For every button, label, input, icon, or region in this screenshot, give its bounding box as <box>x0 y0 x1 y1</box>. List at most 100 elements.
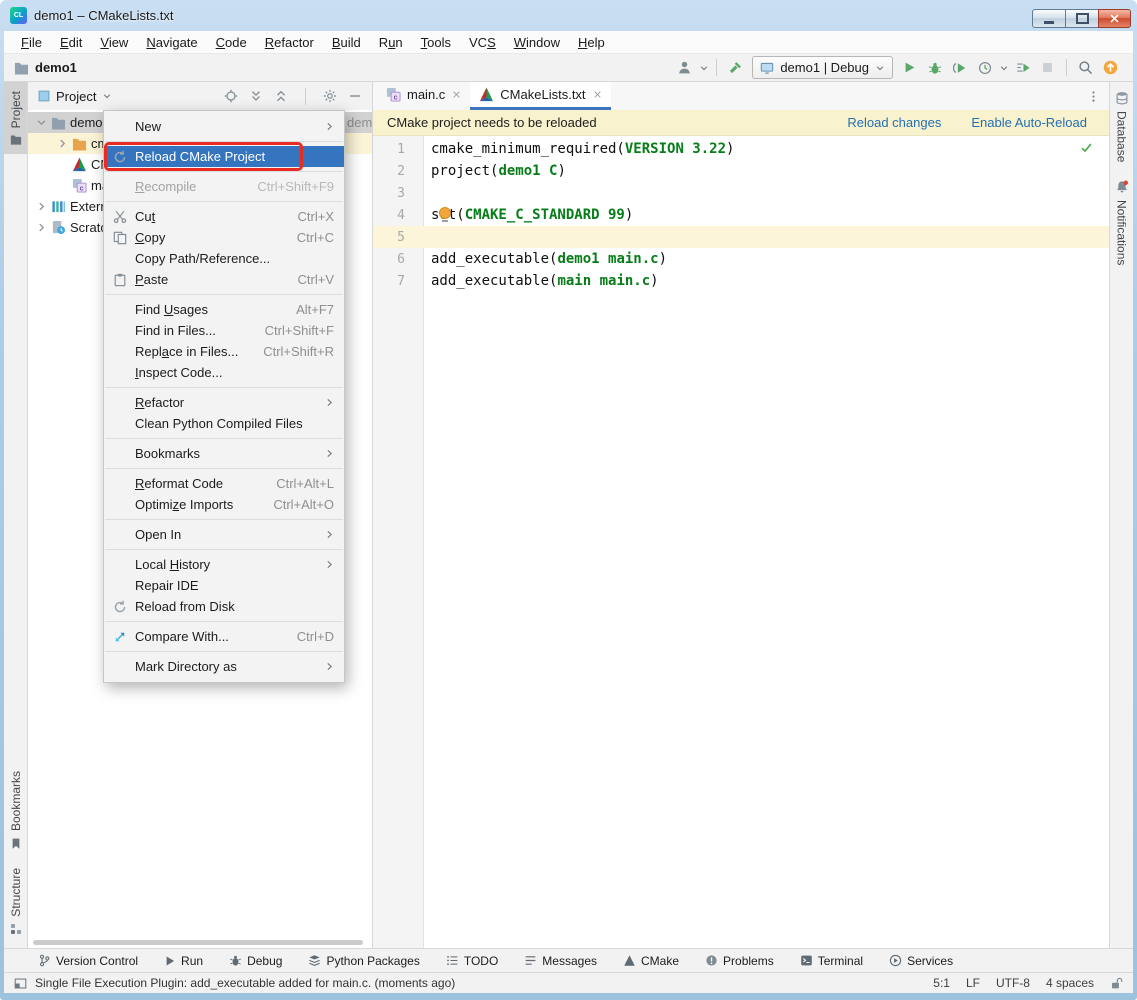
menu-item-clean-python-compiled-files[interactable]: Clean Python Compiled Files <box>104 413 344 434</box>
expand-all-button[interactable] <box>249 89 263 103</box>
close-button[interactable] <box>1098 9 1131 28</box>
toolwindow-services[interactable]: Services <box>889 954 953 968</box>
menu-item-recompile[interactable]: Recompile Ctrl+Shift+F9 <box>104 176 344 197</box>
readonly-lock-icon[interactable] <box>1110 977 1123 990</box>
chevron-down-icon[interactable] <box>34 117 49 128</box>
intention-bulb-icon[interactable] <box>439 207 451 222</box>
menu-vcs[interactable]: VCS <box>460 34 505 51</box>
tabs-more-icon[interactable] <box>1087 82 1109 110</box>
toolwindow-problems[interactable]: Problems <box>705 954 774 968</box>
maximize-button[interactable] <box>1065 9 1098 28</box>
menu-code[interactable]: Code <box>207 34 256 51</box>
chevron-right-icon[interactable] <box>34 201 49 212</box>
locate-file-button[interactable] <box>224 89 238 103</box>
menu-item-label: Replace in Files... <box>135 344 239 359</box>
close-icon[interactable] <box>593 90 602 99</box>
menu-build[interactable]: Build <box>323 34 370 51</box>
profiler-button[interactable] <box>972 57 997 79</box>
menu-item-optimize-imports[interactable]: Optimize Imports Ctrl+Alt+O <box>104 494 344 515</box>
line-separator-widget[interactable]: LF <box>966 976 980 990</box>
code-text: project(demo1 C) <box>431 163 566 179</box>
toolwindow-cmake[interactable]: CMake <box>623 954 679 968</box>
menu-separator <box>105 294 343 295</box>
menu-item-copy[interactable]: Copy Ctrl+C <box>104 227 344 248</box>
menu-refactor[interactable]: Refactor <box>256 34 323 51</box>
menu-item-find-usages[interactable]: Find Usages Alt+F7 <box>104 299 344 320</box>
menu-item-local-history[interactable]: Local History <box>104 554 344 575</box>
cmake-icon <box>71 157 88 172</box>
title-bar[interactable]: CL demo1 – CMakeLists.txt <box>0 0 1137 31</box>
close-icon[interactable] <box>452 90 461 99</box>
menu-edit[interactable]: Edit <box>51 34 91 51</box>
toolwindow-debug[interactable]: Debug <box>229 954 282 968</box>
menu-item-refactor[interactable]: Refactor <box>104 392 344 413</box>
menu-item-copy-path-reference[interactable]: Copy Path/Reference... <box>104 248 344 269</box>
search-everywhere-button[interactable] <box>1073 57 1098 79</box>
toolwindow-messages[interactable]: Messages <box>524 954 597 968</box>
stripe-item-database[interactable]: Database <box>1110 82 1133 171</box>
coverage-button[interactable] <box>947 57 972 79</box>
menu-help[interactable]: Help <box>569 34 614 51</box>
menu-run[interactable]: Run <box>370 34 412 51</box>
toolwindow-terminal[interactable]: Terminal <box>800 954 863 968</box>
hide-panel-button[interactable] <box>348 89 362 103</box>
run-configuration-select[interactable]: demo1 | Debug <box>752 56 893 79</box>
menu-item-find-in-files[interactable]: Find in Files... Ctrl+Shift+F <box>104 320 344 341</box>
menu-file[interactable]: File <box>12 34 51 51</box>
chevron-right-icon[interactable] <box>55 138 70 149</box>
toolwindow-version-control[interactable]: Version Control <box>38 954 138 968</box>
menu-item-repair-ide[interactable]: Repair IDE <box>104 575 344 596</box>
reload-changes-link[interactable]: Reload changes <box>847 115 941 130</box>
chevron-right-icon[interactable] <box>34 222 49 233</box>
project-panel-title[interactable]: Project <box>56 89 96 104</box>
stripe-item-notifications[interactable]: Notifications <box>1110 171 1133 274</box>
toolwindow-todo[interactable]: TODO <box>446 954 498 968</box>
menu-item-reload-from-disk[interactable]: Reload from Disk <box>104 596 344 617</box>
menu-item-reformat-code[interactable]: Reformat Code Ctrl+Alt+L <box>104 473 344 494</box>
attach-to-process-button[interactable] <box>1010 57 1035 79</box>
tab-cmakelists-txt[interactable]: CMakeLists.txt <box>470 82 611 110</box>
menu-window[interactable]: Window <box>505 34 569 51</box>
user-account-button[interactable] <box>672 57 697 79</box>
gear-icon[interactable] <box>323 89 337 103</box>
toolwindow-python-packages[interactable]: Python Packages <box>308 954 420 968</box>
menu-item-inspect-code[interactable]: Inspect Code... <box>104 362 344 383</box>
tab-main-c[interactable]: c main.c <box>377 82 470 110</box>
collapse-all-button[interactable] <box>274 89 288 103</box>
menu-item-compare-with[interactable]: Compare With... Ctrl+D <box>104 626 344 647</box>
menu-item-mark-directory-as[interactable]: Mark Directory as <box>104 656 344 677</box>
enable-auto-reload-link[interactable]: Enable Auto-Reload <box>971 115 1087 130</box>
toolwindow-label: Services <box>907 953 954 968</box>
indent-widget[interactable]: 4 spaces <box>1046 976 1094 990</box>
sync-icon <box>113 600 135 614</box>
menu-item-new[interactable]: New <box>104 116 344 137</box>
stripe-item-project[interactable]: Project <box>4 82 27 155</box>
debug-button[interactable] <box>922 57 947 79</box>
chevron-down-icon[interactable] <box>997 57 1010 79</box>
stripe-item-bookmarks[interactable]: Bookmarks <box>4 762 27 859</box>
build-button[interactable] <box>723 57 748 79</box>
stripe-item-structure[interactable]: Structure <box>4 859 27 944</box>
menu-item-open-in[interactable]: Open In <box>104 524 344 545</box>
update-available-button[interactable] <box>1098 57 1123 79</box>
svg-text:c: c <box>80 185 84 192</box>
run-button[interactable] <box>897 57 922 79</box>
toolwindow-run[interactable]: Run <box>164 954 203 968</box>
toolwindow-toggle-icon[interactable] <box>14 977 27 990</box>
caret-position-widget[interactable]: 5:1 <box>933 976 950 990</box>
menu-item-replace-in-files[interactable]: Replace in Files... Ctrl+Shift+R <box>104 341 344 362</box>
menu-view[interactable]: View <box>91 34 137 51</box>
horizontal-scrollbar[interactable] <box>33 940 363 945</box>
menu-tools[interactable]: Tools <box>412 34 460 51</box>
menu-item-bookmarks[interactable]: Bookmarks <box>104 443 344 464</box>
encoding-widget[interactable]: UTF-8 <box>996 976 1030 990</box>
minimize-button[interactable] <box>1032 9 1065 28</box>
code-token: VERSION 3.22 <box>624 141 727 157</box>
menu-navigate[interactable]: Navigate <box>137 34 206 51</box>
menu-item-reload-cmake-project[interactable]: Reload CMake Project <box>104 146 344 167</box>
code-editor[interactable]: 1 cmake_minimum_required(VERSION 3.22) 2 pr… <box>373 136 1109 948</box>
menu-item-paste[interactable]: Paste Ctrl+V <box>104 269 344 290</box>
menu-item-cut[interactable]: Cut Ctrl+X <box>104 206 344 227</box>
breadcrumb[interactable]: demo1 <box>14 60 77 75</box>
chevron-down-icon[interactable] <box>102 91 112 101</box>
